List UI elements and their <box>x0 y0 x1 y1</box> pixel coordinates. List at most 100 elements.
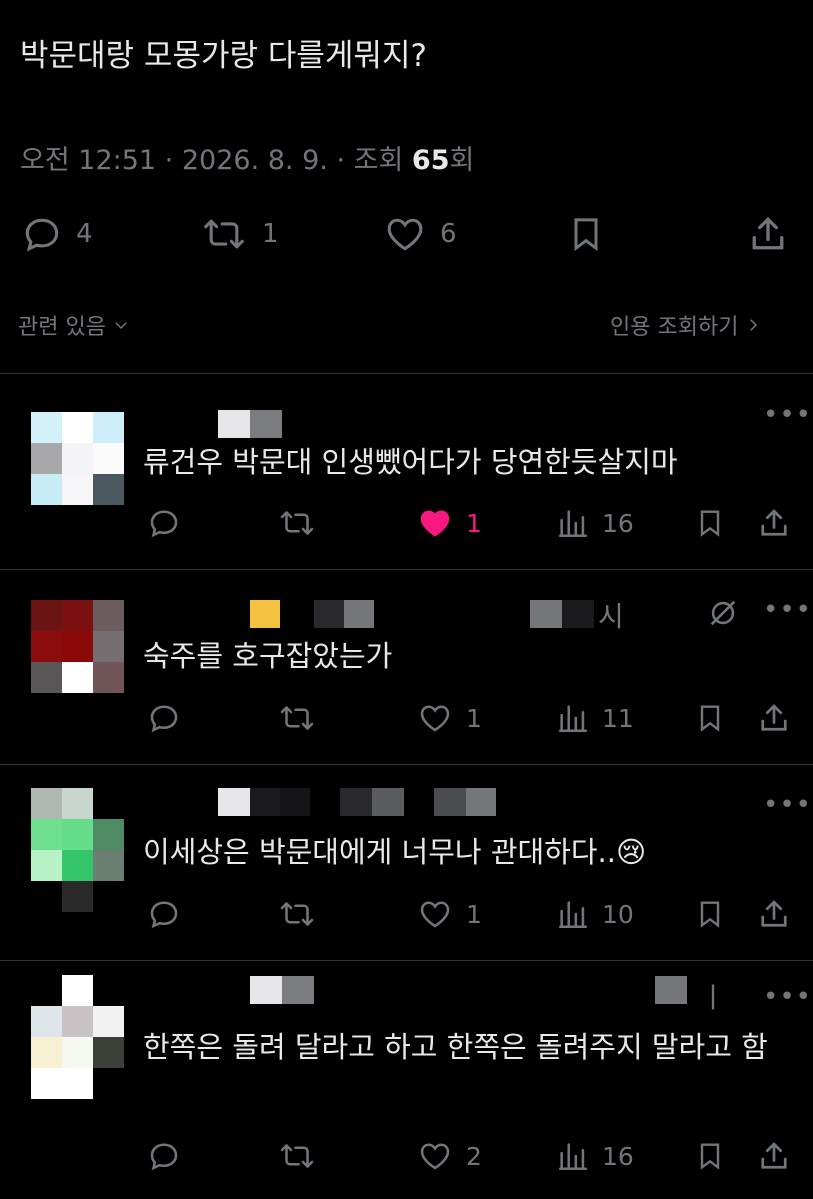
like-button[interactable]: 2 <box>416 1138 482 1174</box>
divider <box>0 569 813 570</box>
reply-button[interactable] <box>146 505 182 541</box>
author-handle-blurred[interactable] <box>530 600 594 628</box>
repost-icon <box>204 219 244 249</box>
like-button[interactable]: 1 <box>416 896 482 932</box>
reply-button[interactable] <box>146 896 182 932</box>
quote-label: 인용 조회하기 <box>610 315 739 340</box>
repost-icon <box>280 902 314 926</box>
views-button[interactable]: 16 <box>556 1138 634 1174</box>
share-button[interactable] <box>756 505 792 541</box>
share-icon <box>761 509 787 536</box>
views-count: 10 <box>602 899 634 929</box>
more-icon[interactable]: ••• <box>763 400 812 430</box>
repost-button[interactable] <box>276 505 318 541</box>
grok-icon[interactable] <box>706 596 740 630</box>
bookmark-button[interactable] <box>694 1138 726 1174</box>
more-icon[interactable]: ••• <box>763 595 812 625</box>
avatar[interactable] <box>31 788 125 912</box>
share-button[interactable] <box>746 212 790 256</box>
views-count: 16 <box>602 508 634 538</box>
share-button[interactable] <box>756 700 792 736</box>
reply-button[interactable]: 4 <box>20 212 93 256</box>
views-icon <box>558 1143 588 1171</box>
quote-views-link[interactable]: 인용 조회하기 <box>610 309 762 341</box>
like-icon <box>420 1143 450 1170</box>
like-button[interactable]: 1 <box>416 505 482 541</box>
like-button[interactable]: 6 <box>382 212 457 256</box>
views-icon <box>558 510 588 538</box>
repost-button[interactable] <box>276 1138 318 1174</box>
like-icon <box>387 218 423 251</box>
views-suffix: 회 <box>449 145 475 176</box>
reply-text: 이세상은 박문대에게 너무나 관대하다..😢 <box>143 835 647 869</box>
reply-icon <box>25 218 59 252</box>
divider <box>0 960 813 961</box>
more-icon[interactable]: ••• <box>763 790 812 820</box>
repost-button[interactable] <box>276 700 318 736</box>
reply-button[interactable] <box>146 700 182 736</box>
author-name-blurred[interactable] <box>250 976 314 1004</box>
more-icon[interactable]: ••• <box>763 982 812 1012</box>
avatar[interactable] <box>31 975 125 1099</box>
views-label: 조회 <box>353 145 404 176</box>
bookmark-button[interactable] <box>694 700 726 736</box>
separator: · <box>336 145 346 176</box>
avatar[interactable] <box>31 600 125 693</box>
avatar[interactable] <box>31 412 125 505</box>
views-button[interactable]: 11 <box>556 700 634 736</box>
reply-count: 4 <box>76 219 93 249</box>
reply-text: 한쪽은 돌려 달라고 하고 한쪽은 돌려주지 말라고 함 <box>143 1030 768 1064</box>
author-name-blurred[interactable] <box>218 410 282 438</box>
like-icon <box>420 510 450 537</box>
post-text: 박문대랑 모몽가랑 다를게뭐지? <box>20 38 427 74</box>
post-meta: 오전 12:51 · 2026. 8. 9. · 조회 65회 <box>20 138 474 177</box>
views-icon <box>558 705 588 733</box>
bookmark-icon <box>574 218 598 252</box>
views-count: 16 <box>602 1141 634 1171</box>
like-count: 1 <box>466 508 482 538</box>
bookmark-icon <box>700 1143 720 1170</box>
like-button[interactable]: 1 <box>416 700 482 736</box>
chevron-right-icon <box>750 319 758 331</box>
handle-tail: ㅣ <box>700 981 726 1014</box>
post-date[interactable]: 2026. 8. 9. <box>182 145 328 176</box>
share-icon <box>761 900 787 927</box>
share-button[interactable] <box>756 1138 792 1174</box>
like-count: 1 <box>466 899 482 929</box>
share-icon <box>761 704 787 731</box>
share-icon <box>761 1142 787 1169</box>
repost-button[interactable] <box>276 896 318 932</box>
author-name-blurred[interactable] <box>218 788 496 816</box>
repost-icon <box>280 1144 314 1168</box>
reply-icon <box>150 1143 178 1171</box>
bookmark-icon <box>700 705 720 732</box>
bookmark-button[interactable] <box>694 896 726 932</box>
views-button[interactable]: 10 <box>556 896 634 932</box>
divider <box>0 764 813 765</box>
sort-dropdown[interactable]: 관련 있음 <box>18 309 130 341</box>
repost-count: 1 <box>262 219 279 249</box>
bookmark-button[interactable] <box>694 505 726 541</box>
author-name-blurred[interactable] <box>250 600 374 628</box>
views-count: 11 <box>602 703 634 733</box>
post-time[interactable]: 오전 12:51 <box>20 145 156 176</box>
like-count: 1 <box>466 703 482 733</box>
separator: · <box>164 145 174 176</box>
repost-icon <box>280 511 314 535</box>
bookmark-button[interactable] <box>566 212 606 256</box>
repost-icon <box>280 706 314 730</box>
views-count: 65 <box>411 145 450 176</box>
views-button[interactable]: 16 <box>556 505 634 541</box>
views-icon <box>558 901 588 929</box>
author-handle-blurred[interactable] <box>655 976 687 1004</box>
repost-button[interactable]: 1 <box>198 212 279 256</box>
share-button[interactable] <box>756 896 792 932</box>
like-icon <box>420 705 450 732</box>
bookmark-icon <box>700 901 720 928</box>
chevron-down-icon <box>115 322 127 330</box>
reply-text: 숙주를 호구잡았는가 <box>143 639 393 673</box>
reply-button[interactable] <box>146 1138 182 1174</box>
divider <box>0 373 813 374</box>
reply-text: 류건우 박문대 인생뺐어다가 당연한듯살지마 <box>143 445 678 479</box>
like-icon <box>420 901 450 928</box>
